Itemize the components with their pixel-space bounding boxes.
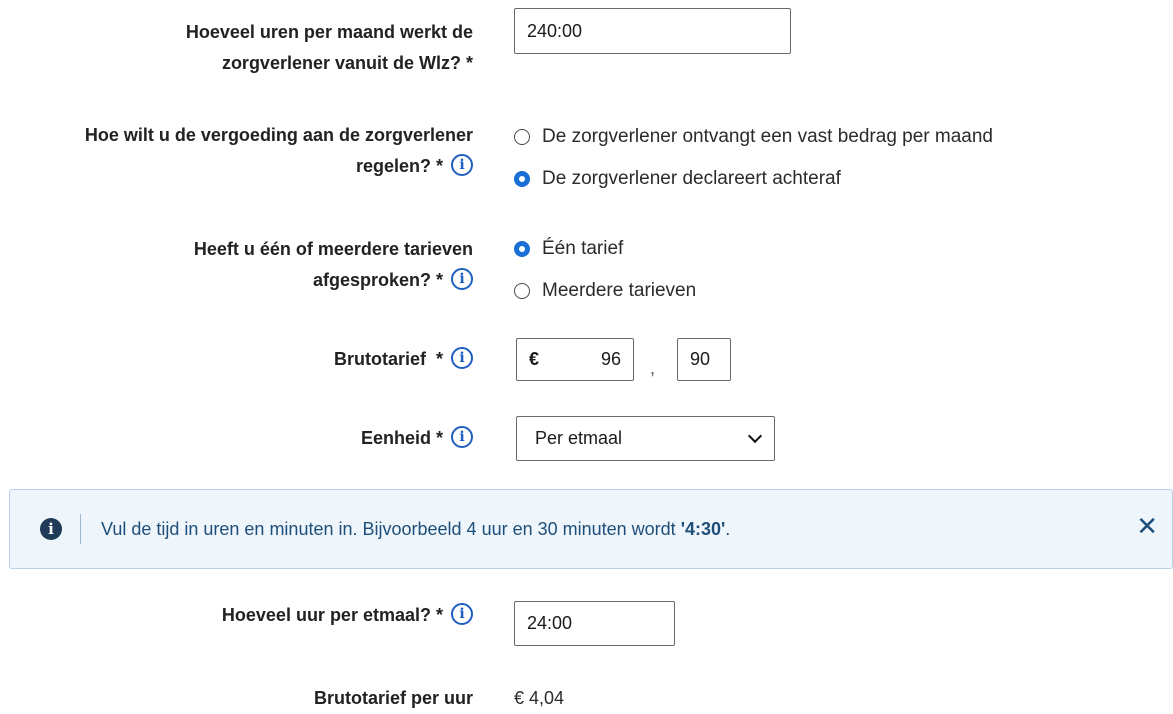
alert-divider: [80, 514, 81, 544]
brutotarief-label: Brutotarief * i: [334, 344, 473, 375]
radio-een-tarief[interactable]: Één tarief: [514, 234, 623, 264]
close-icon[interactable]: ✕: [1136, 514, 1158, 540]
eenheid-label: Eenheid * i: [361, 423, 473, 454]
info-alert: i Vul de tijd in uren en minuten in. Bij…: [9, 489, 1173, 569]
info-icon[interactable]: i: [451, 154, 473, 177]
uren-per-maand-input[interactable]: 240:00: [514, 8, 791, 54]
radio-vast-bedrag[interactable]: De zorgverlener ontvangt een vast bedrag…: [514, 122, 993, 152]
radio-button-checked[interactable]: [514, 241, 530, 257]
radio-meerdere-tarieven[interactable]: Meerdere tarieven: [514, 276, 696, 306]
chevron-down-icon: [747, 428, 763, 444]
info-circle-icon: i: [40, 518, 62, 540]
radio-button[interactable]: [514, 283, 530, 299]
info-icon[interactable]: i: [451, 347, 473, 370]
alert-text: Vul de tijd in uren en minuten in. Bijvo…: [101, 518, 731, 539]
uur-per-etmaal-input[interactable]: 24:00: [514, 601, 675, 646]
euro-sign: €: [529, 349, 540, 369]
brutotarief-cents-input[interactable]: 90: [677, 338, 731, 381]
uur-per-etmaal-label: Hoeveel uur per etmaal? * i: [222, 600, 473, 631]
brutotarief-euros-input[interactable]: € 96: [516, 338, 634, 381]
decimal-separator: ,: [650, 358, 656, 378]
radio-button-checked[interactable]: [514, 171, 530, 187]
info-icon[interactable]: i: [451, 426, 473, 449]
radio-declareert-achteraf[interactable]: De zorgverlener declareert achteraf: [514, 164, 841, 194]
tarieven-label: Heeft u één of meerdere tarieven afgespr…: [193, 239, 473, 291]
radio-button[interactable]: [514, 129, 530, 145]
info-icon[interactable]: i: [451, 603, 473, 626]
eenheid-select[interactable]: Per etmaal: [516, 416, 775, 461]
vergoeding-label: Hoe wilt u de vergoeding aan de zorgverl…: [84, 125, 473, 177]
brutotarief-per-uur-label: Brutotarief per uur: [313, 688, 473, 708]
uren-per-maand-label: Hoeveel uren per maand werkt de zorgverl…: [185, 22, 473, 73]
brutotarief-per-uur-value: € 4,04: [514, 688, 565, 708]
info-icon[interactable]: i: [451, 268, 473, 291]
